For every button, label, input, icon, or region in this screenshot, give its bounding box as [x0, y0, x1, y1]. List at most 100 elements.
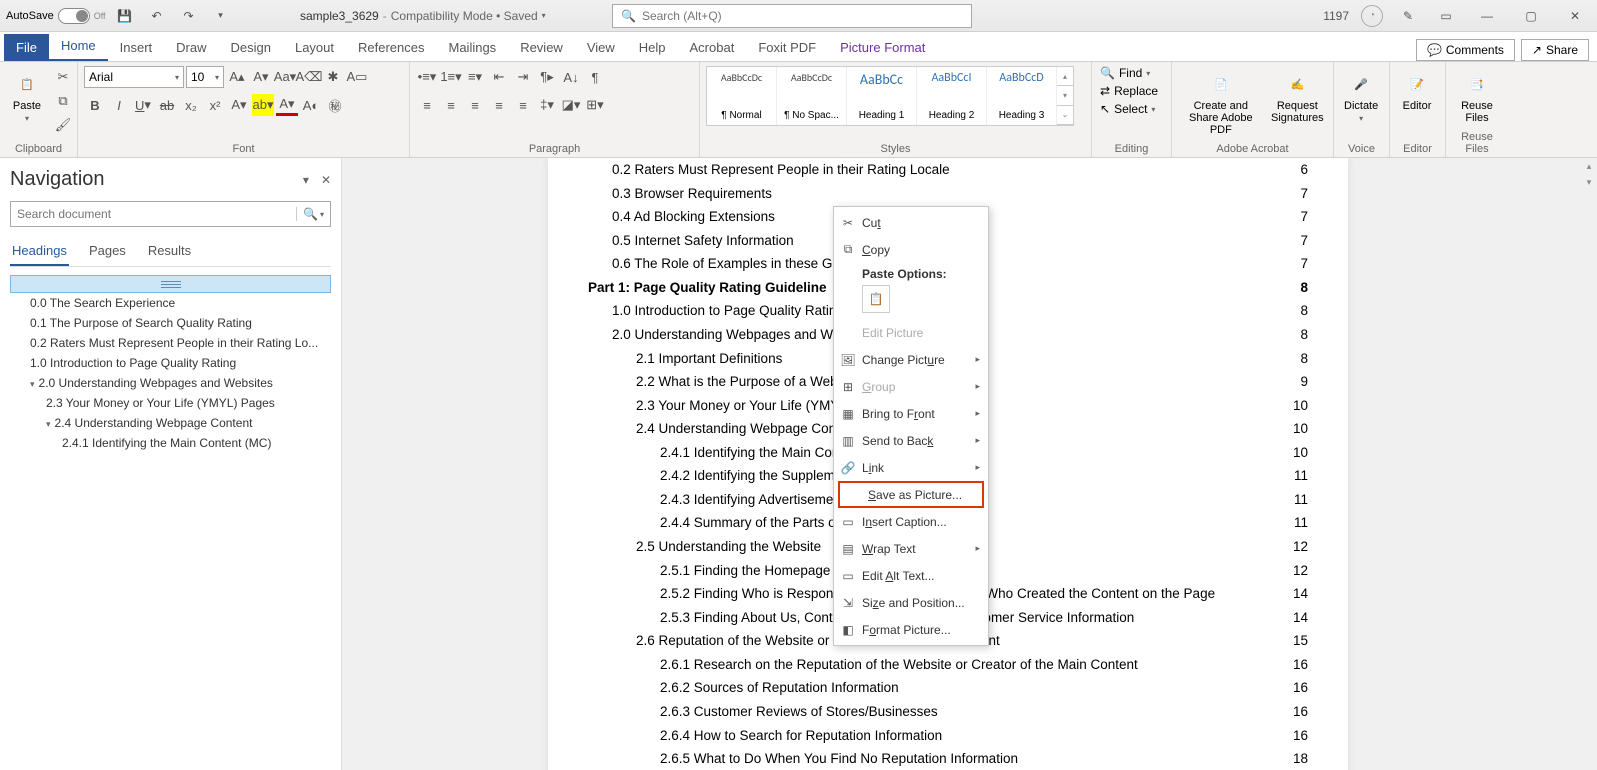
- qat-more-icon[interactable]: ▾: [208, 3, 234, 29]
- menu-edit-alt-text[interactable]: ▭Edit Alt Text...: [834, 562, 988, 589]
- menu-change-picture[interactable]: 🖼Change Picture▸: [834, 346, 988, 373]
- close-icon[interactable]: ✕: [1559, 2, 1591, 30]
- collapse-icon[interactable]: ▾: [46, 419, 51, 429]
- pen-icon[interactable]: ✎: [1395, 3, 1421, 29]
- autosave-toggle[interactable]: AutoSave Off: [6, 8, 106, 24]
- numbering-icon[interactable]: 1≡▾: [440, 66, 462, 88]
- select-button[interactable]: ↖ Select ▾: [1098, 102, 1160, 116]
- enclose-icon[interactable]: ㊙: [324, 94, 346, 116]
- menu-send-back[interactable]: ▥Send to Back▸: [834, 427, 988, 454]
- menu-format-picture[interactable]: ◧Format Picture...: [834, 616, 988, 643]
- nav-item[interactable]: 0.2 Raters Must Represent People in thei…: [10, 333, 331, 353]
- chevron-down-icon[interactable]: ▾: [542, 11, 546, 20]
- vertical-scrollbar[interactable]: ▴ ▾: [1581, 158, 1597, 770]
- reuse-button[interactable]: 📑Reuse Files: [1452, 66, 1502, 128]
- find-button[interactable]: 🔍 Find ▾: [1098, 66, 1160, 80]
- increase-indent-icon[interactable]: ⇥: [512, 66, 534, 88]
- nav-item[interactable]: ▾2.4 Understanding Webpage Content: [10, 413, 331, 433]
- sort-icon[interactable]: A↓: [560, 66, 582, 88]
- ribbon-display-icon[interactable]: ▭: [1433, 3, 1459, 29]
- char-shading-icon[interactable]: A◐: [300, 94, 322, 116]
- create-pdf-button[interactable]: 📄Create and Share Adobe PDF: [1178, 66, 1264, 140]
- tab-mailings[interactable]: Mailings: [437, 34, 509, 61]
- highlight-icon[interactable]: ab▾: [252, 94, 274, 116]
- menu-cut[interactable]: ✂Cut: [834, 209, 988, 236]
- menu-wrap-text[interactable]: ▤Wrap Text▸: [834, 535, 988, 562]
- dictate-button[interactable]: 🎤Dictate▾: [1340, 66, 1382, 127]
- clear-format-icon[interactable]: A⌫: [298, 66, 320, 88]
- collapse-icon[interactable]: ▾: [30, 379, 35, 389]
- nav-item[interactable]: 0.0 The Search Experience: [10, 293, 331, 313]
- justify-icon[interactable]: ≡: [488, 94, 510, 116]
- change-case-icon[interactable]: Aa▾: [274, 66, 296, 88]
- subscript-icon[interactable]: x₂: [180, 94, 202, 116]
- align-left-icon[interactable]: ≡: [416, 94, 438, 116]
- copy-icon[interactable]: ⧉: [52, 90, 74, 112]
- font-color-icon[interactable]: A▾: [276, 94, 298, 116]
- nav-selected-indicator[interactable]: [10, 275, 331, 293]
- nav-search-input[interactable]: [17, 207, 292, 221]
- ltr-icon[interactable]: ¶▸: [536, 66, 558, 88]
- multilevel-icon[interactable]: ≡▾: [464, 66, 486, 88]
- menu-size-position[interactable]: ⇲Size and Position...: [834, 589, 988, 616]
- toggle-switch[interactable]: [58, 8, 90, 24]
- style-heading2[interactable]: AaBbCcIHeading 2: [917, 67, 987, 125]
- chevron-down-icon[interactable]: ▾: [303, 173, 309, 187]
- font-name-combo[interactable]: Arial▾: [84, 66, 184, 88]
- show-marks-icon[interactable]: ¶: [584, 66, 606, 88]
- search-icon[interactable]: 🔍▾: [296, 207, 324, 221]
- search-box[interactable]: 🔍: [612, 4, 972, 28]
- format-painter-icon[interactable]: 🖌: [52, 114, 74, 136]
- scroll-up-icon[interactable]: ▴: [1581, 158, 1597, 174]
- close-icon[interactable]: ✕: [321, 173, 331, 187]
- char-border-icon[interactable]: A▭: [346, 66, 368, 88]
- bullets-icon[interactable]: •≡▾: [416, 66, 438, 88]
- scroll-down-icon[interactable]: ▾: [1057, 86, 1073, 105]
- editor-button[interactable]: 📝Editor: [1396, 66, 1438, 116]
- nav-tab-results[interactable]: Results: [146, 237, 193, 266]
- tab-design[interactable]: Design: [219, 34, 283, 61]
- tab-home[interactable]: Home: [49, 32, 108, 61]
- style-heading3[interactable]: AaBbCcDHeading 3: [987, 67, 1057, 125]
- tab-draw[interactable]: Draw: [164, 34, 218, 61]
- text-effects-icon[interactable]: A▾: [228, 94, 250, 116]
- font-size-combo[interactable]: 10▾: [186, 66, 224, 88]
- cut-icon[interactable]: ✂: [52, 66, 74, 88]
- search-input[interactable]: [642, 9, 963, 23]
- tab-view[interactable]: View: [575, 34, 627, 61]
- align-center-icon[interactable]: ≡: [440, 94, 462, 116]
- tab-acrobat[interactable]: Acrobat: [678, 34, 747, 61]
- shading-icon[interactable]: ◪▾: [560, 94, 582, 116]
- nav-item[interactable]: ▾2.0 Understanding Webpages and Websites: [10, 373, 331, 393]
- scroll-up-icon[interactable]: ▴: [1057, 67, 1073, 86]
- tab-review[interactable]: Review: [508, 34, 575, 61]
- distribute-icon[interactable]: ≡: [512, 94, 534, 116]
- redo-icon[interactable]: ↷: [176, 3, 202, 29]
- menu-save-as-picture[interactable]: Save as Picture...: [838, 481, 984, 508]
- scroll-down-icon[interactable]: ▾: [1581, 174, 1597, 190]
- line-spacing-icon[interactable]: ‡▾: [536, 94, 558, 116]
- minimize-icon[interactable]: —: [1471, 2, 1503, 30]
- strike-icon[interactable]: ab: [156, 94, 178, 116]
- request-sig-button[interactable]: ✍Request Signatures: [1268, 66, 1327, 128]
- tab-layout[interactable]: Layout: [283, 34, 346, 61]
- nav-item[interactable]: 2.3 Your Money or Your Life (YMYL) Pages: [10, 393, 331, 413]
- align-right-icon[interactable]: ≡: [464, 94, 486, 116]
- tab-help[interactable]: Help: [627, 34, 678, 61]
- style-heading1[interactable]: AaBbCcHeading 1: [847, 67, 917, 125]
- tab-references[interactable]: References: [346, 34, 436, 61]
- phonetic-icon[interactable]: ✱: [322, 66, 344, 88]
- styles-gallery[interactable]: AaBbCcDc¶ Normal AaBbCcDc¶ No Spac... Aa…: [706, 66, 1074, 126]
- undo-icon[interactable]: ↶: [144, 3, 170, 29]
- menu-insert-caption[interactable]: ▭Insert Caption...: [834, 508, 988, 535]
- paste-keep-source-icon[interactable]: 📋: [862, 285, 890, 313]
- grow-font-icon[interactable]: A▴: [226, 66, 248, 88]
- share-button[interactable]: ↗ Share: [1521, 39, 1589, 61]
- nav-tab-pages[interactable]: Pages: [87, 237, 128, 266]
- italic-icon[interactable]: I: [108, 94, 130, 116]
- decrease-indent-icon[interactable]: ⇤: [488, 66, 510, 88]
- comments-button[interactable]: 💬 Comments: [1416, 39, 1515, 61]
- nav-item[interactable]: 1.0 Introduction to Page Quality Rating: [10, 353, 331, 373]
- tab-insert[interactable]: Insert: [108, 34, 165, 61]
- menu-bring-front[interactable]: ▦Bring to Front▸: [834, 400, 988, 427]
